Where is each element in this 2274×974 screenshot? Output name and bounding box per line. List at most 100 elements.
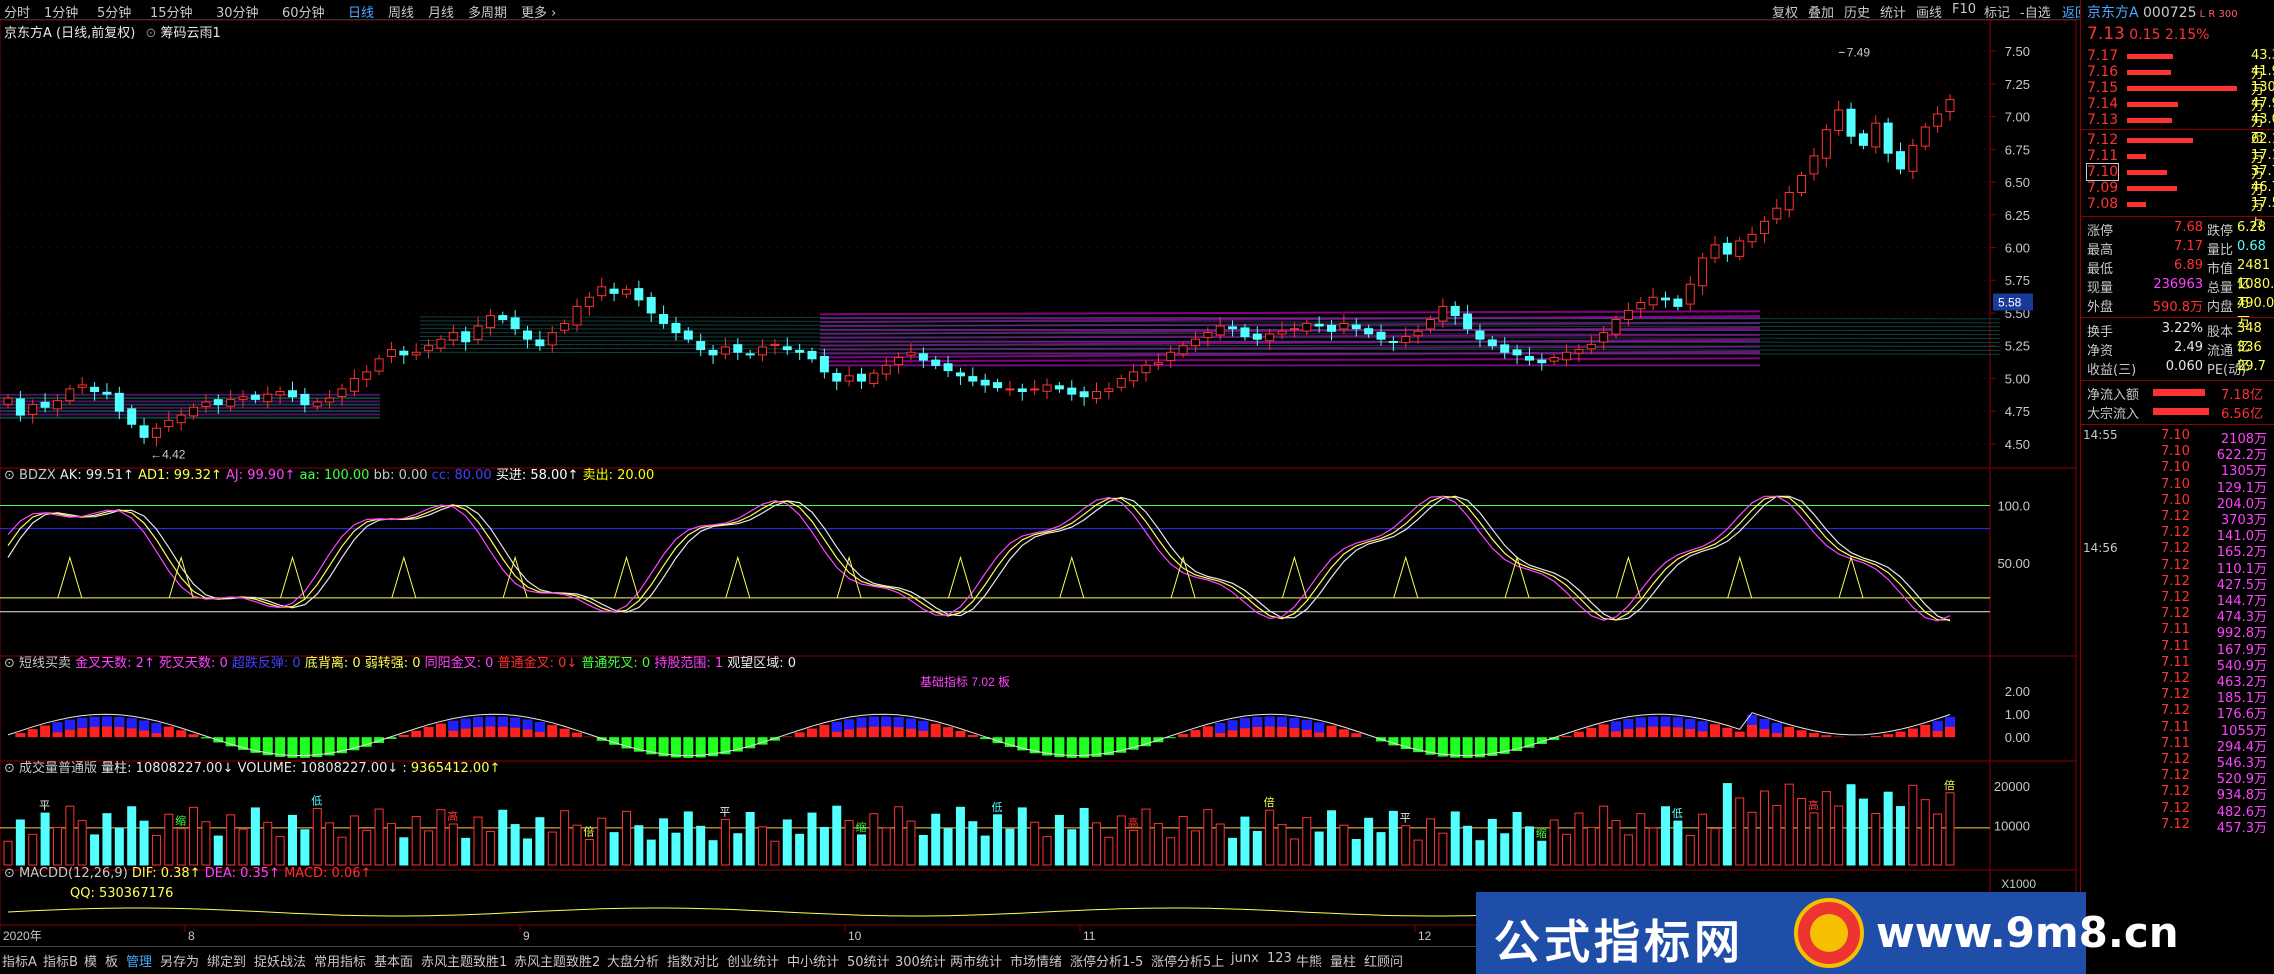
candle-128 <box>1586 343 1596 350</box>
short-bar-118 <box>1462 737 1473 758</box>
quote-change: 0.15 <box>2124 27 2161 43</box>
tab-period-4[interactable]: 30分钟 <box>216 2 259 21</box>
bottom-tab-9[interactable]: 基本面 <box>374 951 413 970</box>
tab-period-0[interactable]: 分时 <box>4 2 30 21</box>
bottom-tab-13[interactable]: 指数对比 <box>667 951 719 970</box>
bottom-tab-18[interactable]: 两市统计 <box>950 951 1002 970</box>
tab-period-10[interactable]: 更多 › <box>521 2 556 21</box>
bottom-tab-1[interactable]: 指标B <box>43 951 78 970</box>
tick-price-14: 7.11 <box>2161 654 2190 670</box>
bottom-tab-20[interactable]: 涨停分析1-5 <box>1070 951 1143 970</box>
bottom-tab-10[interactable]: 赤风主题致胜1 <box>421 951 507 970</box>
tab-period-7[interactable]: 周线 <box>388 2 414 21</box>
toolbar-4[interactable]: 画线 <box>1916 2 1942 21</box>
vol-marker-102: 倍 <box>1264 795 1275 809</box>
short-bar-top-132 <box>1635 717 1646 728</box>
vol-marker-146: 高 <box>1808 798 1819 812</box>
vol-bar-156 <box>1933 813 1943 866</box>
stat2-v1-1: 2.49 <box>2174 340 2203 355</box>
bottom-tab-5[interactable]: 另存为 <box>160 951 199 970</box>
bottom-tab-21[interactable]: 涨停分析5上 <box>1151 951 1224 970</box>
bdzx-triangle-131 <box>1615 555 1641 598</box>
bottom-tab-0[interactable]: 指标A <box>2 951 37 970</box>
bottom-tab-16[interactable]: 50统计 <box>847 951 890 970</box>
vol-bar-45 <box>560 810 570 866</box>
bottom-tab-17[interactable]: 300统计 <box>895 951 946 970</box>
panel-title-3[interactable]: ⊙ 成交量普通版 <box>4 761 101 776</box>
short-bar-47 <box>584 736 595 738</box>
bid-price-0: 7.12 <box>2087 132 2119 148</box>
bottom-tab-26[interactable]: 红顾问 <box>1364 951 1403 970</box>
bottom-tab-11[interactable]: 赤风主题致胜2 <box>514 951 600 970</box>
candle-76 <box>943 363 953 372</box>
bottom-tab-3[interactable]: 板 <box>105 951 118 970</box>
panel-title-1[interactable]: ⊙ BDZX <box>4 468 60 483</box>
tab-period-1[interactable]: 1分钟 <box>44 2 78 21</box>
bottom-tab-7[interactable]: 捉妖战法 <box>254 951 306 970</box>
candle-145 <box>1797 174 1807 194</box>
gear-icon[interactable]: ⊙ <box>145 26 156 41</box>
toolbar-0[interactable]: 复权 <box>1772 2 1798 21</box>
short-bar-top-12 <box>151 723 162 734</box>
tab-period-2[interactable]: 5分钟 <box>97 2 131 21</box>
short-bar-76 <box>943 727 954 738</box>
short-bar-108 <box>1338 729 1349 738</box>
vol-bar-72 <box>894 806 904 866</box>
toolbar-6[interactable]: 标记 <box>1984 2 2010 21</box>
vol-bar-138 <box>1710 828 1720 866</box>
vol-bar-135 <box>1673 820 1683 866</box>
indicator-name[interactable]: 筹码云雨1 <box>161 26 221 41</box>
short-bar-top-74 <box>918 720 929 731</box>
tick-price-12: 7.11 <box>2161 622 2190 638</box>
bottom-tab-15[interactable]: 中小统计 <box>787 951 839 970</box>
tab-period-8[interactable]: 月线 <box>428 2 454 21</box>
bottom-tab-8[interactable]: 常用指标 <box>314 951 366 970</box>
candle-65 <box>807 350 817 360</box>
candle-95 <box>1178 345 1188 355</box>
short-bar-66 <box>819 724 830 738</box>
vol-bar-49 <box>609 832 619 866</box>
tab-period-9[interactable]: 多周期 <box>468 2 507 21</box>
short-bar-139 <box>1722 727 1733 738</box>
stat-l1-4: 外盘 <box>2087 300 2114 315</box>
bottom-tab-19[interactable]: 市场情绪 <box>1010 951 1062 970</box>
toolbar-5[interactable]: F10 <box>1952 2 1976 17</box>
tab-period-3[interactable]: 15分钟 <box>150 2 193 21</box>
bottom-tab-4[interactable]: 管理 <box>126 951 152 970</box>
candle-149 <box>1846 108 1856 137</box>
panel-title-4[interactable]: ⊙ MACDD(12,26,9) <box>4 866 132 881</box>
tab-period-5[interactable]: 60分钟 <box>282 2 325 21</box>
bottom-tab-12[interactable]: 大盘分析 <box>607 951 659 970</box>
vol-bar-102 <box>1265 809 1275 866</box>
candle-61 <box>758 346 768 356</box>
bottom-tab-6[interactable]: 绑定到 <box>207 951 246 970</box>
short-bar-3 <box>40 725 51 738</box>
candle-87 <box>1079 391 1089 398</box>
vol-bar-14 <box>176 828 186 866</box>
short-bar-top-9 <box>114 717 125 728</box>
candle-98 <box>1215 325 1225 336</box>
bdzx-triangle-104 <box>1281 555 1307 598</box>
vol-marker-69: 缩 <box>855 821 866 834</box>
bottom-tab-23[interactable]: 123 <box>1267 951 1292 966</box>
vol-bar-31 <box>386 822 396 866</box>
short-bar-top-157 <box>1945 716 1955 727</box>
short-bar-top-142 <box>1759 719 1770 730</box>
bottom-tab-25[interactable]: 量柱 <box>1330 951 1356 970</box>
bottom-tab-14[interactable]: 创业统计 <box>727 951 779 970</box>
vol-bar-0 <box>3 840 13 866</box>
toolbar-2[interactable]: 历史 <box>1844 2 1870 21</box>
toolbar-1[interactable]: 叠加 <box>1808 2 1834 21</box>
bottom-tab-22[interactable]: junx <box>1231 951 1259 966</box>
candle-68 <box>844 375 854 382</box>
short-bar-top-11 <box>139 720 150 731</box>
short-bar-top-7 <box>89 716 100 727</box>
toolbar-7[interactable]: -自选 <box>2020 2 2051 21</box>
panel-title-2[interactable]: ⊙ 短线买卖 <box>4 656 75 671</box>
tab-period-6[interactable]: 日线 <box>348 2 374 21</box>
short-bar-15 <box>188 734 199 738</box>
bottom-tab-24[interactable]: 牛熊 <box>1296 951 1322 970</box>
toolbar-3[interactable]: 统计 <box>1880 2 1906 21</box>
bottom-tab-2[interactable]: 模 <box>84 951 97 970</box>
tick-price-6: 7.12 <box>2161 525 2190 541</box>
